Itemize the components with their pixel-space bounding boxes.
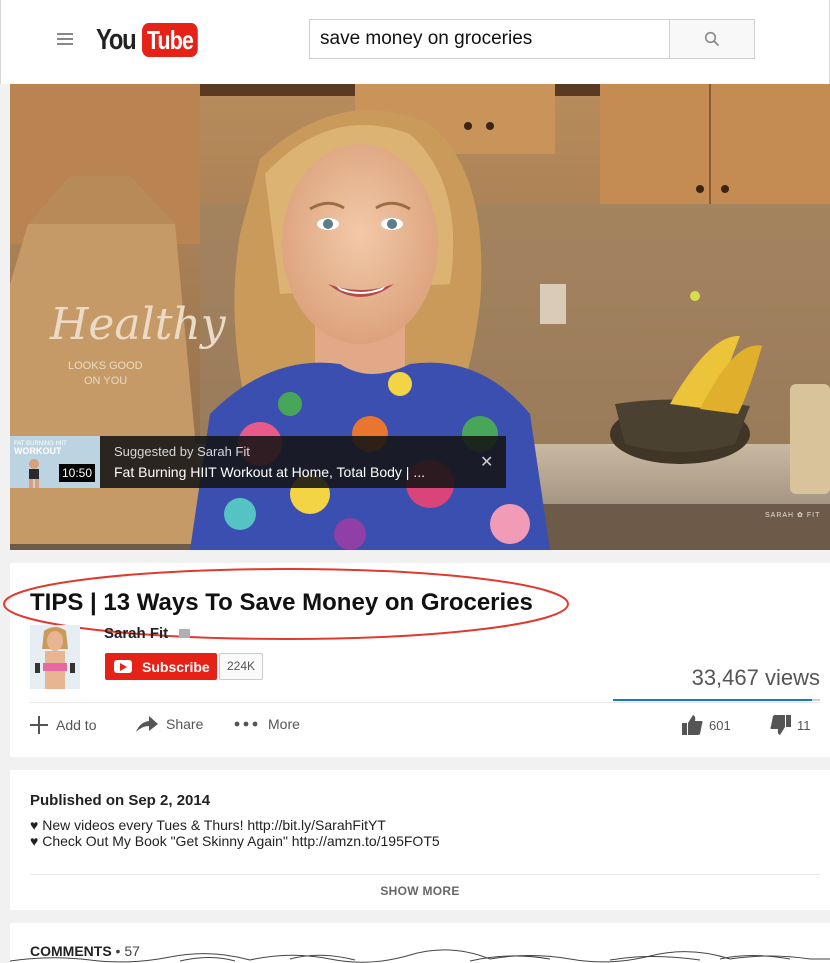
view-count: 33,467 views <box>691 665 820 690</box>
description-line: ♥ Check Out My Book "Get Skinny Again" h… <box>30 833 440 849</box>
youtube-logo[interactable]: You Tube <box>96 22 210 58</box>
search-icon <box>704 31 720 47</box>
logo-tube-text: Tube <box>142 23 198 57</box>
thumb-text-workout: WORKOUT <box>14 446 62 456</box>
share-arrow-icon <box>136 716 158 732</box>
bag-text-healthy: Healthy <box>49 299 227 350</box>
video-title: TIPS | 13 Ways To Save Money on Grocerie… <box>30 589 533 616</box>
divider <box>30 702 820 703</box>
masthead: You Tube <box>0 0 830 84</box>
avatar-image <box>30 625 80 689</box>
sentiment-bar <box>613 699 820 701</box>
close-icon[interactable]: ✕ <box>480 452 493 472</box>
share-button[interactable]: Share <box>136 716 203 732</box>
subscriber-count: 224K <box>219 653 264 680</box>
suggested-video-duration: 10:50 <box>59 464 96 482</box>
channel-name-link[interactable]: Sarah Fit <box>104 625 168 642</box>
description-line: ♥ New videos every Tues & Thurs! http://… <box>30 817 386 833</box>
more-label: More <box>268 716 300 732</box>
youtube-play-icon <box>114 660 132 673</box>
bag-text-on-you: ON YOU <box>84 375 127 387</box>
logo-you-text: You <box>96 23 137 56</box>
like-button[interactable]: 601 <box>682 715 731 735</box>
add-to-label: Add to <box>56 717 97 733</box>
video-info-panel: TIPS | 13 Ways To Save Money on Grocerie… <box>3 563 830 757</box>
description-panel: Published on Sep 2, 2014 ♥ New videos ev… <box>10 770 830 910</box>
dislike-button[interactable]: 11 <box>770 715 811 735</box>
thumbs-up-icon <box>682 715 703 735</box>
torn-edge-decoration <box>10 949 830 963</box>
suggested-video-card[interactable]: FAT BURNING HIIT WORKOUT 10:50 Suggested… <box>10 436 506 488</box>
thumbs-down-icon <box>770 715 791 735</box>
video-player[interactable]: Healthy LOOKS GOOD ON YOU FAT BURNING HI… <box>10 84 830 550</box>
verified-icon <box>179 629 190 638</box>
published-date: Published on Sep 2, 2014 <box>30 792 211 809</box>
dislike-count: 11 <box>797 717 811 733</box>
hamburger-menu-icon[interactable] <box>57 33 73 45</box>
search-input[interactable] <box>310 20 669 58</box>
share-label: Share <box>166 716 204 732</box>
subscribe-button[interactable]: Subscribe <box>105 653 217 680</box>
sentiment-bar-fill <box>613 699 812 701</box>
subscribe-label: Subscribe <box>142 658 210 675</box>
channel-avatar[interactable] <box>30 625 80 689</box>
suggested-by-label: Suggested by Sarah Fit <box>114 444 250 459</box>
show-more-button[interactable]: SHOW MORE <box>10 884 830 898</box>
bag-text-looks-good: LOOKS GOOD <box>68 360 143 372</box>
divider <box>30 874 820 875</box>
more-dots-icon <box>234 721 258 727</box>
search-box <box>309 19 669 59</box>
search-button[interactable] <box>669 19 755 59</box>
add-to-button[interactable]: Add to <box>30 716 96 734</box>
comments-panel: COMMENTS • 57 <box>10 923 830 963</box>
plus-icon <box>30 716 48 734</box>
more-actions-button[interactable]: More <box>234 716 300 732</box>
suggested-video-thumbnail[interactable]: FAT BURNING HIIT WORKOUT 10:50 <box>10 436 100 488</box>
channel-watermark[interactable]: SARAH ✿ FIT <box>765 511 820 519</box>
suggested-video-title[interactable]: Fat Burning HIIT Workout at Home, Total … <box>114 464 425 480</box>
like-count: 601 <box>709 717 731 733</box>
